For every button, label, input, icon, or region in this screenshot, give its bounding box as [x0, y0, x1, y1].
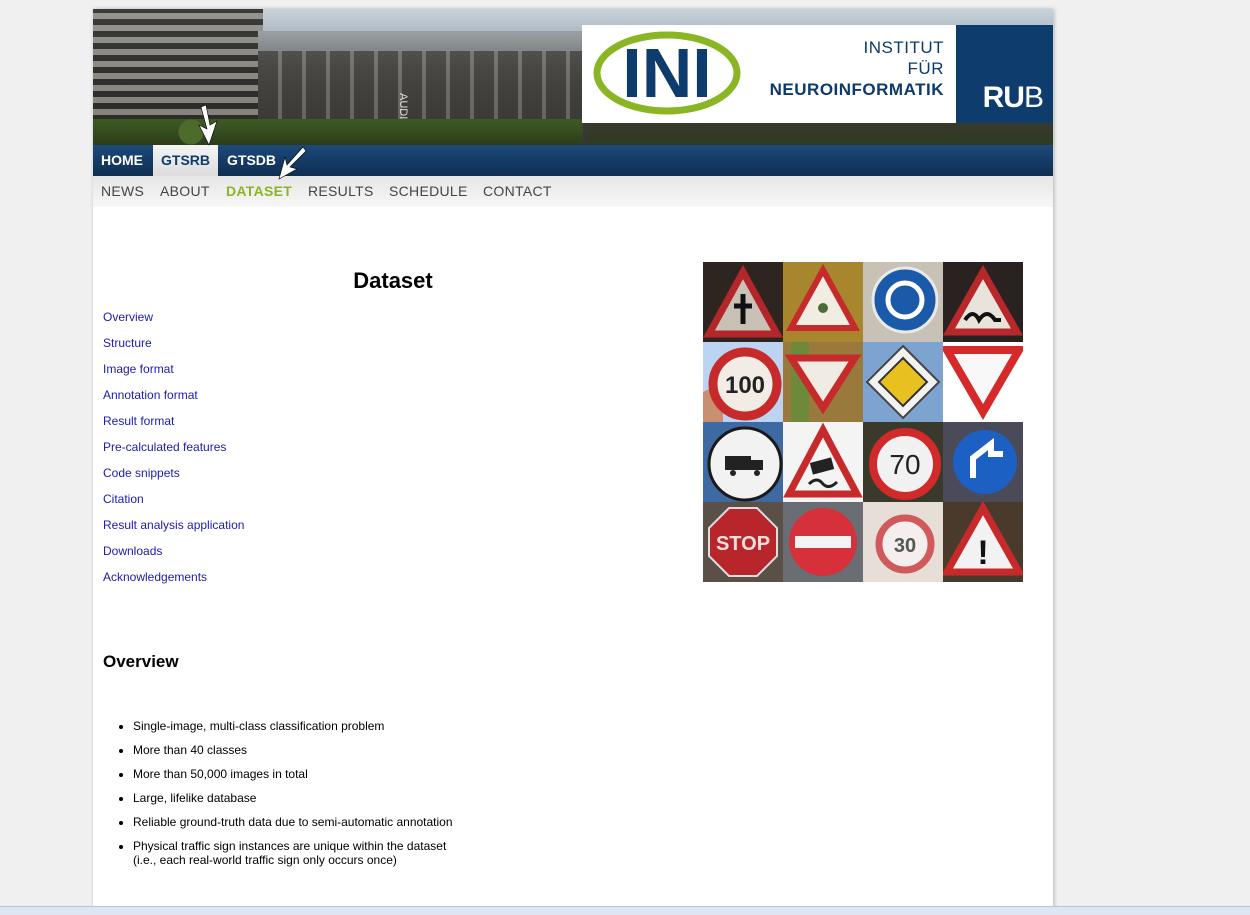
list-item: Acknowledgements — [103, 570, 244, 596]
list-item-line1: Physical traffic sign instances are uniq… — [133, 839, 447, 853]
sign-image-keep-right — [943, 422, 1023, 502]
toc-link-acknowledgements[interactable]: Acknowledgements — [103, 570, 207, 584]
sign-image-priority-road — [863, 342, 943, 422]
toc-link-structure[interactable]: Structure — [103, 336, 152, 350]
speed-30-label: 30 — [894, 535, 916, 557]
toc-link-annotation-format[interactable]: Annotation format — [103, 388, 198, 402]
sign-image-no-trucks — [703, 422, 783, 502]
sign-image-slippery-road — [783, 422, 863, 502]
institute-name: INSTITUT FÜR NEUROINFORMATIK — [770, 37, 944, 100]
attention-label: ! — [977, 534, 988, 572]
header-banner: AUDIMAX INI INSTITUT FÜR NEUROINFORMATIK… — [93, 9, 1053, 145]
nav-gtsrb[interactable]: GTSRB — [153, 145, 218, 176]
list-item: Code snippets — [103, 466, 244, 492]
page-title: Dataset — [353, 268, 433, 293]
list-item: Annotation format — [103, 388, 244, 414]
list-item: Image format — [103, 362, 244, 388]
subnav-schedule[interactable]: SCHEDULE — [389, 176, 468, 207]
sign-image-warning-triangle — [783, 262, 863, 342]
list-item: More than 50,000 images in total — [133, 767, 453, 781]
top-navigation: HOME GTSRB GTSDB — [93, 145, 1053, 176]
list-item: Citation — [103, 492, 244, 518]
list-item: Overview — [103, 310, 244, 336]
sub-navigation: NEWS ABOUT DATASET RESULTS SCHEDULE CONT… — [93, 176, 1053, 207]
list-item: Physical traffic sign instances are uniq… — [133, 839, 453, 867]
toc-link-overview[interactable]: Overview — [103, 310, 153, 324]
list-item: Structure — [103, 336, 244, 362]
toc-link-citation[interactable]: Citation — [103, 492, 144, 506]
speed-70-label: 70 — [889, 449, 920, 480]
subnav-news[interactable]: NEWS — [101, 176, 144, 207]
sign-image-yield — [943, 342, 1023, 422]
toc-link-pre-calculated-features[interactable]: Pre-calculated features — [103, 440, 226, 454]
toc-link-image-format[interactable]: Image format — [103, 362, 174, 376]
sign-image-stop: STOP — [703, 502, 783, 582]
sign-image-attention: ! — [943, 502, 1023, 582]
overview-list: Single-image, multi-class classification… — [103, 719, 453, 877]
sign-image-priority-crossroad — [703, 262, 783, 342]
list-item: Single-image, multi-class classification… — [133, 719, 453, 733]
toc-link-downloads[interactable]: Downloads — [103, 544, 162, 558]
list-item: More than 40 classes — [133, 743, 453, 757]
arrow-pointer-icon — [198, 105, 218, 146]
ini-logo-box[interactable]: INI INSTITUT FÜR NEUROINFORMATIK — [582, 25, 956, 123]
table-of-contents: Overview Structure Image format Annotati… — [103, 310, 244, 596]
list-item: Result format — [103, 414, 244, 440]
list-item: Reliable ground-truth data due to semi-a… — [133, 815, 453, 829]
subnav-contact[interactable]: CONTACT — [483, 176, 552, 207]
sign-image-speed-30: 30 — [863, 502, 943, 582]
ini-logo-text: INI — [622, 34, 711, 112]
rub-logo-bold: RU — [982, 81, 1025, 114]
toc-link-code-snippets[interactable]: Code snippets — [103, 466, 180, 480]
list-item: Large, lifelike database — [133, 791, 453, 805]
rub-logo: RUB — [982, 81, 1044, 115]
sign-image-speed-70: 70 — [863, 422, 943, 502]
list-item: Downloads — [103, 544, 244, 570]
institute-line3: NEUROINFORMATIK — [769, 80, 944, 99]
subnav-results[interactable]: RESULTS — [308, 176, 374, 207]
sign-image-uneven-road — [943, 262, 1023, 342]
rub-logo-box[interactable]: RUB — [956, 25, 1053, 123]
list-item-line2: (i.e., each real-world traffic sign only… — [133, 853, 397, 867]
sign-image-speed-100: 100 — [703, 342, 783, 422]
toc-link-result-format[interactable]: Result format — [103, 414, 174, 428]
arrow-pointer-icon — [278, 146, 307, 180]
speed-100-label: 100 — [725, 372, 765, 399]
stop-label: STOP — [716, 533, 770, 555]
nav-home[interactable]: HOME — [93, 145, 151, 176]
rub-logo-light: B — [1023, 81, 1044, 114]
sign-image-yield — [783, 342, 863, 422]
ini-logo: INI — [593, 31, 741, 115]
sign-image-no-entry — [783, 502, 863, 582]
overview-heading: Overview — [103, 652, 179, 671]
subnav-about[interactable]: ABOUT — [160, 176, 210, 207]
institute-line1: INSTITUT — [863, 38, 944, 57]
list-item: Result analysis application — [103, 518, 244, 544]
banner-trees — [93, 119, 583, 145]
institute-line2: FÜR — [907, 59, 944, 78]
list-item: Pre-calculated features — [103, 440, 244, 466]
nav-gtsdb[interactable]: GTSDB — [219, 145, 284, 176]
page-container: AUDIMAX INI INSTITUT FÜR NEUROINFORMATIK… — [93, 9, 1053, 914]
sign-image-roundabout — [863, 262, 943, 342]
traffic-sign-image-grid: 100 70 STOP 30 ! — [703, 262, 1023, 582]
toc-link-result-analysis-application[interactable]: Result analysis application — [103, 518, 244, 532]
